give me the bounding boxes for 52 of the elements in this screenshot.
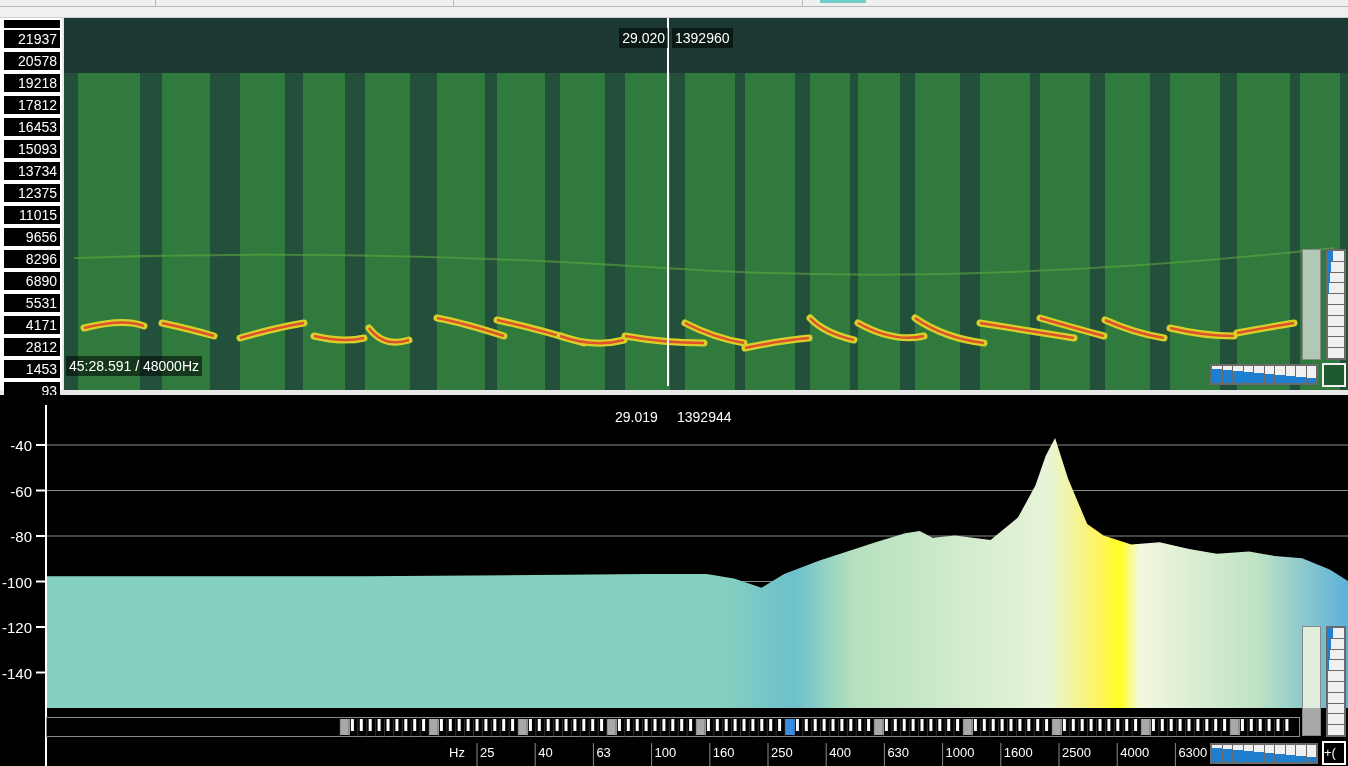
axis-label: 21937 (4, 30, 60, 50)
axis-label: 250 (771, 745, 793, 760)
preview-thumbnail[interactable] (1322, 363, 1346, 387)
axis-label: 100 (654, 745, 677, 760)
axis-label: 1000 (945, 745, 975, 760)
axis-label: 9656 (4, 228, 60, 248)
axis-label: 63 (596, 745, 611, 760)
axis-label: 25 (480, 745, 495, 760)
axis-label: 1600 (1003, 745, 1033, 760)
axis-label: 8296 (4, 250, 60, 270)
scale-ladder[interactable] (1326, 249, 1346, 360)
scale-bar[interactable] (1210, 743, 1318, 764)
axis-label: -80 (10, 528, 32, 545)
cursor-time: 29.019 (615, 409, 658, 425)
axis-unit: Hz (449, 745, 465, 760)
axis-label: 40 (538, 745, 553, 760)
axis-label: 11015 (4, 206, 60, 226)
axis-label: 2812 (4, 338, 60, 358)
corner-button[interactable]: +( (1322, 741, 1346, 765)
axis-label: -140 (1, 664, 32, 682)
axis-label: 15093 (4, 140, 60, 160)
axis-label: 5531 (4, 294, 60, 314)
cursor-time: 29.020 (619, 28, 668, 48)
axis-label: 4000 (1120, 745, 1150, 760)
axis-label: 6890 (4, 272, 60, 292)
tab-indicator (820, 0, 866, 3)
axis-label: 17812 (4, 96, 60, 116)
axis-label: 19218 (4, 74, 60, 94)
axis-label: 2500 (1062, 745, 1091, 760)
axis-label: 13734 (4, 162, 60, 182)
axis-label: 12375 (4, 184, 60, 204)
axis-label: -60 (10, 482, 32, 500)
axis-cap (4, 20, 60, 28)
position-readout: 45:28.591 / 48000Hz (66, 356, 202, 376)
scale-bar[interactable] (1210, 364, 1318, 385)
axis-label: 1453 (4, 360, 60, 380)
axis-label: -120 (1, 619, 32, 636)
axis-label: 4171 (4, 316, 60, 336)
axis-label: 630 (887, 745, 910, 760)
vertical-slider[interactable] (1302, 249, 1321, 360)
axis-label: 6300 (1178, 745, 1208, 760)
vertical-slider[interactable] (1302, 626, 1321, 736)
cursor-sample: 1392960 (672, 28, 733, 48)
axis-label: -100 (1, 573, 32, 591)
axis-label: 160 (712, 745, 735, 760)
axis-label: 400 (829, 745, 851, 760)
cursor-line[interactable] (667, 18, 669, 387)
axis-label: 16453 (4, 118, 60, 138)
scale-ladder[interactable] (1326, 626, 1346, 737)
cursor-sample: 1392944 (677, 409, 732, 425)
axis-label: 20578 (4, 52, 60, 72)
axis-label: -40 (10, 437, 32, 454)
